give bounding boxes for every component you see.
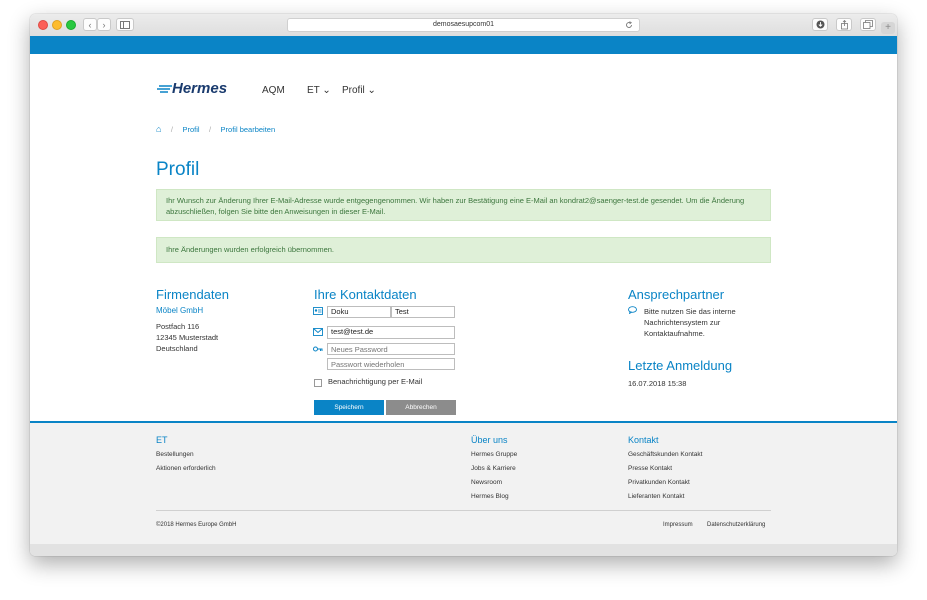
share-button[interactable]: [836, 18, 852, 31]
home-icon[interactable]: ⌂: [156, 124, 161, 134]
footer-link-newsroom[interactable]: Newsroom: [471, 479, 502, 486]
contact-person-text-1: Bitte nutzen Sie das interne: [644, 307, 736, 316]
alert-success: Ihre Änderungen wurden erfolgreich übern…: [156, 237, 771, 263]
footer-link-bestellungen[interactable]: Bestellungen: [156, 451, 194, 458]
alert-email-change: Ihr Wunsch zur Änderung Ihrer E-Mail-Adr…: [156, 189, 771, 221]
first-name-input[interactable]: Doku: [327, 306, 391, 318]
nav-et[interactable]: ET ⌄: [307, 85, 331, 96]
footer-et-title: ET: [156, 435, 168, 445]
hermes-logo-mark: [157, 85, 172, 93]
footer-link-hermes-gruppe[interactable]: Hermes Gruppe: [471, 451, 517, 458]
last-login-heading: Letzte Anmeldung: [628, 358, 733, 373]
reload-icon[interactable]: [625, 21, 633, 29]
page-bottom-area: [30, 544, 897, 556]
company-address-line-3: Deutschland: [156, 344, 198, 353]
footer-kontakt-title: Kontakt: [628, 435, 659, 445]
breadcrumb: ⌂ / Profil / Profil bearbeiten: [156, 119, 275, 137]
footer-link-geschaeftskunden[interactable]: Geschäftskunden Kontakt: [628, 451, 702, 458]
footer-link-impressum[interactable]: Impressum: [663, 522, 693, 528]
envelope-icon: [313, 328, 323, 338]
company-address-line-1: Postfach 116: [156, 322, 200, 331]
browser-window: ‹ › demosaesupcom01 + Hermes AQM ET ⌄ Pr…: [30, 14, 897, 556]
new-password-input[interactable]: [327, 343, 455, 355]
hermes-logo-text: Hermes: [172, 80, 228, 97]
footer-link-datenschutz[interactable]: Datenschutzerklärung: [707, 522, 765, 528]
key-icon: [313, 345, 323, 355]
main-content: Hermes AQM ET ⌄ Profil ⌄ ⌂ / Profil / Pr…: [30, 54, 897, 421]
id-card-icon: [313, 307, 323, 317]
top-brand-bar: [30, 36, 897, 54]
new-tab-button[interactable]: +: [881, 22, 895, 34]
contact-heading: Ihre Kontaktdaten: [314, 287, 417, 302]
email-notification-label: Benachrichtigung per E-Mail: [328, 377, 423, 386]
cancel-button[interactable]: Abbrechen: [386, 400, 456, 415]
contact-person-text-2: Nachrichtensystem zur: [644, 318, 721, 327]
chat-bubble-icon: [628, 306, 638, 316]
chevron-left-icon: ‹: [88, 20, 92, 30]
email-input[interactable]: test@test.de: [327, 326, 455, 339]
sidebar-button[interactable]: [116, 18, 134, 31]
footer-link-blog[interactable]: Hermes Blog: [471, 493, 509, 500]
close-window-button[interactable]: [38, 20, 48, 30]
breadcrumb-separator: /: [170, 125, 173, 134]
company-address-line-2: 12345 Musterstadt: [156, 333, 219, 342]
browser-toolbar: ‹ › demosaesupcom01 +: [30, 14, 897, 37]
tabs-button[interactable]: [860, 18, 876, 31]
footer-ueber-uns-title: Über uns: [471, 435, 508, 445]
downloads-button[interactable]: [812, 18, 828, 31]
share-icon: [840, 19, 848, 30]
breadcrumb-separator: /: [208, 125, 212, 134]
footer-divider: [156, 510, 771, 511]
contact-person-text-3: Kontaktaufnahme.: [644, 329, 705, 338]
breadcrumb-profil[interactable]: Profil: [182, 125, 199, 134]
zoom-window-button[interactable]: [66, 20, 76, 30]
last-login-value: 16.07.2018 15:38: [628, 379, 687, 388]
download-icon: [816, 20, 824, 29]
last-name-input[interactable]: Test: [391, 306, 455, 318]
repeat-password-input[interactable]: [327, 358, 455, 370]
footer: ET Bestellungen Aktionen erforderlich Üb…: [30, 421, 897, 544]
breadcrumb-profil-bearbeiten[interactable]: Profil bearbeiten: [221, 125, 276, 134]
sidebar-icon: [120, 21, 130, 29]
footer-link-jobs[interactable]: Jobs & Karriere: [471, 465, 516, 472]
address-bar[interactable]: demosaesupcom01: [287, 18, 640, 32]
back-button[interactable]: ‹: [83, 18, 97, 31]
minimize-window-button[interactable]: [52, 20, 62, 30]
footer-copyright: ©2018 Hermes Europe GmbH: [156, 522, 237, 528]
save-button[interactable]: Speichern: [314, 400, 384, 415]
footer-link-privatkunden[interactable]: Privatkunden Kontakt: [628, 479, 690, 486]
chevron-right-icon: ›: [102, 20, 106, 30]
company-name: Möbel GmbH: [156, 306, 204, 315]
nav-profil[interactable]: Profil ⌄: [342, 85, 376, 96]
company-heading: Firmendaten: [156, 287, 229, 302]
nav-aqm[interactable]: AQM: [262, 85, 285, 96]
email-notification-checkbox[interactable]: [314, 379, 322, 387]
footer-link-aktionen[interactable]: Aktionen erforderlich: [156, 465, 216, 472]
forward-button[interactable]: ›: [97, 18, 111, 31]
plus-icon: +: [885, 22, 891, 33]
footer-link-lieferanten[interactable]: Lieferanten Kontakt: [628, 493, 684, 500]
url-text: demosaesupcom01: [432, 21, 495, 28]
tabs-icon: [863, 20, 873, 29]
contact-person-heading: Ansprechpartner: [628, 287, 725, 302]
footer-link-presse[interactable]: Presse Kontakt: [628, 465, 672, 472]
page-title: Profil: [156, 159, 200, 180]
